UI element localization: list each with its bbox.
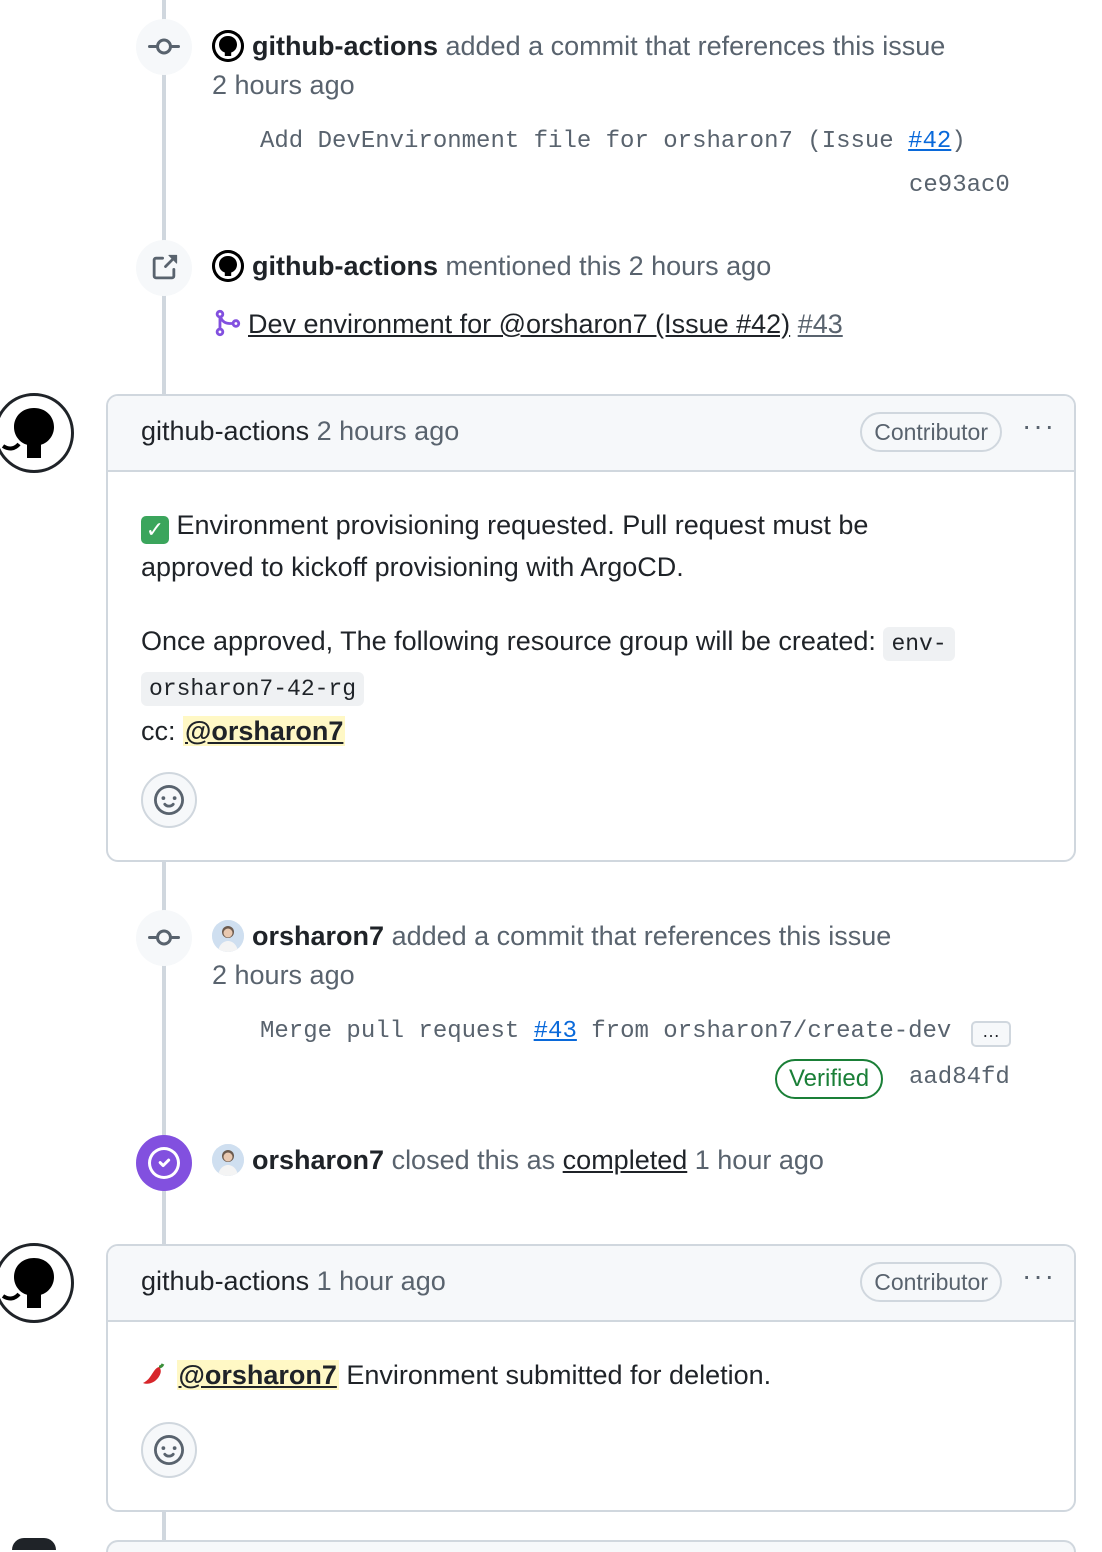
user-mention[interactable]: @orsharon7 — [183, 716, 346, 746]
crossref-badge — [136, 240, 192, 296]
next-avatar-edge — [12, 1538, 56, 1550]
github-avatar-small[interactable] — [212, 250, 244, 282]
commit-event-line: orsharon7 added a commit that references… — [212, 918, 891, 954]
hot-pepper-emoji — [143, 1363, 165, 1384]
expand-commit-button[interactable]: … — [971, 1021, 1011, 1047]
actor-link[interactable]: github-actions — [252, 251, 438, 281]
verified-badge[interactable]: Verified — [775, 1059, 884, 1099]
comment-card-1: github-actions 2 hours ago Contributor ·… — [106, 394, 1076, 862]
comment-author-link[interactable]: github-actions — [141, 416, 309, 446]
pr-number-link[interactable]: #43 — [798, 309, 843, 339]
event-timestamp[interactable]: 2 hours ago — [212, 960, 355, 991]
commit-sha[interactable]: aad84fd — [909, 1064, 1010, 1091]
check-circle-icon — [148, 1147, 180, 1179]
comment-author-avatar[interactable] — [0, 1243, 74, 1323]
cc-label: cc: — [141, 716, 176, 746]
closed-event-line: orsharon7 closed this as completed 1 hou… — [212, 1142, 824, 1178]
mention-event-line: github-actions mentioned this 2 hours ag… — [212, 248, 771, 284]
link-external-icon — [152, 254, 178, 280]
comment-timestamp[interactable]: 2 hours ago — [317, 416, 460, 446]
smiley-icon — [154, 785, 184, 815]
event-action-text: added a commit that references this issu… — [445, 31, 946, 61]
comment-author-link[interactable]: github-actions — [141, 1266, 309, 1296]
white-check-mark-emoji: ✓ — [141, 516, 169, 544]
smiley-icon — [154, 1435, 184, 1465]
comment-body-paragraph-2: Once approved, The following resource gr… — [141, 620, 1041, 752]
role-badge: Contributor — [860, 412, 1002, 452]
event-action-text: mentioned this 2 hours ago — [445, 251, 772, 281]
event-timestamp[interactable]: 1 hour ago — [695, 1145, 824, 1175]
actor-link[interactable]: orsharon7 — [252, 1145, 384, 1175]
actor-link[interactable]: github-actions — [252, 31, 438, 61]
resource-group-code-cont: orsharon7-42-rg — [141, 672, 365, 706]
commit-sha[interactable]: ce93ac0 — [909, 172, 1010, 199]
commit-badge — [136, 19, 192, 75]
comment-options-button[interactable]: ··· — [1022, 1260, 1056, 1292]
issue-link[interactable]: #42 — [908, 128, 951, 155]
comment-meta: github-actions 2 hours ago — [141, 416, 459, 447]
comment-card-2: github-actions 1 hour ago Contributor ··… — [106, 1244, 1076, 1512]
event-timestamp[interactable]: 2 hours ago — [212, 70, 355, 101]
github-avatar-small[interactable] — [212, 30, 244, 62]
comment-body-paragraph-1: ✓ Environment provisioning requested. Pu… — [141, 510, 869, 582]
pr-link[interactable]: #43 — [534, 1018, 577, 1045]
commit-badge — [136, 910, 192, 966]
git-pull-request-icon — [215, 309, 241, 337]
close-reason-link[interactable]: completed — [563, 1145, 688, 1175]
add-reaction-button[interactable] — [141, 1422, 197, 1478]
commit-message[interactable]: Merge pull request #43 from orsharon7/cr… — [260, 1018, 954, 1045]
event-action-text: closed this as — [391, 1145, 556, 1175]
next-comment-edge — [106, 1540, 1076, 1552]
timeline-line-3 — [162, 1508, 166, 1544]
comment-timestamp[interactable]: 1 hour ago — [317, 1266, 446, 1296]
event-action-text: added a commit that references this issu… — [391, 921, 892, 951]
closed-badge — [136, 1135, 192, 1191]
role-badge: Contributor — [860, 1262, 1002, 1302]
mentioned-pr-row: Dev environment for @orsharon7 (Issue #4… — [212, 306, 843, 342]
user-mention[interactable]: @orsharon7 — [176, 1360, 339, 1390]
orsharon7-avatar-small[interactable] — [212, 1144, 244, 1176]
git-commit-icon — [148, 38, 180, 55]
commit-event-line: github-actions added a commit that refer… — [212, 28, 945, 64]
commit-message[interactable]: Add DevEnvironment file for orsharon7 (I… — [260, 128, 966, 155]
comment-options-button[interactable]: ··· — [1022, 410, 1056, 442]
pr-title-link[interactable]: Dev environment for @orsharon7 (Issue #4… — [248, 309, 790, 339]
comment-header: github-actions 1 hour ago Contributor ··… — [108, 1246, 1074, 1322]
comment-author-avatar[interactable] — [0, 393, 74, 473]
orsharon7-avatar-small[interactable] — [212, 920, 244, 952]
comment-body-paragraph: @orsharon7 Environment submitted for del… — [141, 1354, 1041, 1396]
comment-meta: github-actions 1 hour ago — [141, 1266, 446, 1297]
git-commit-icon — [148, 929, 180, 946]
add-reaction-button[interactable] — [141, 772, 197, 828]
comment-header: github-actions 2 hours ago Contributor ·… — [108, 396, 1074, 472]
actor-link[interactable]: orsharon7 — [252, 921, 384, 951]
resource-group-code: env- — [883, 627, 955, 661]
